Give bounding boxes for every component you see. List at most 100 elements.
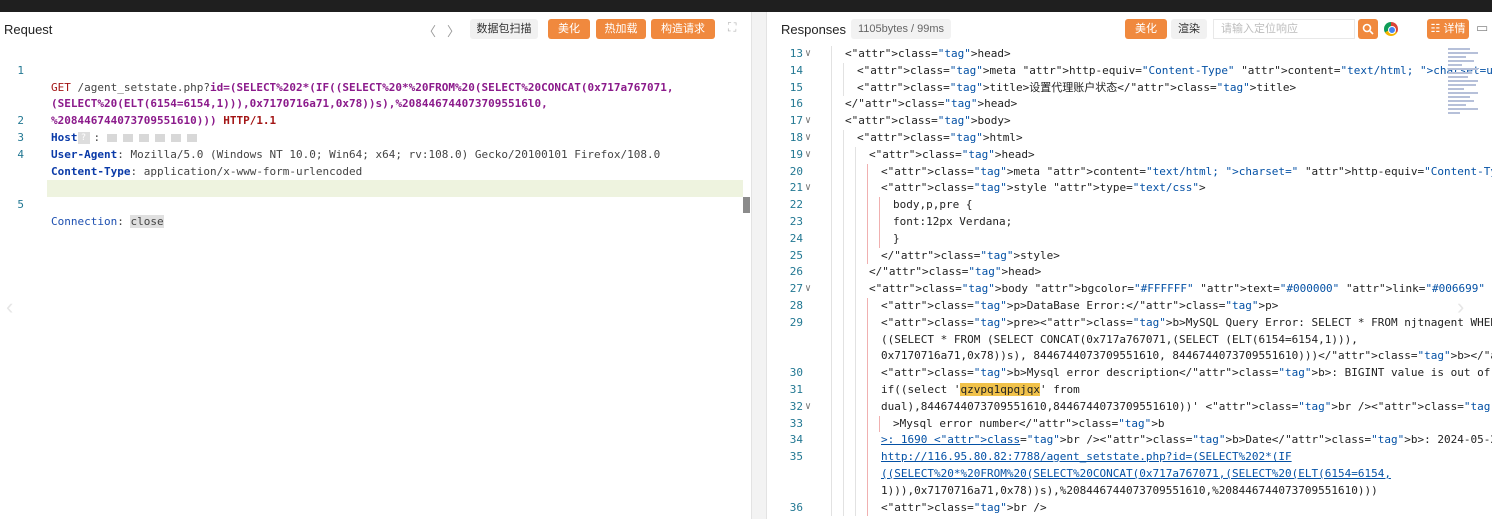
code-line: 1 GET /agent_setstate.php?id=(SELECT%202… xyxy=(17,63,674,94)
fold-chevron-icon[interactable]: ∨ xyxy=(805,130,811,147)
code-text: 0x7170716a71,0x78))s), 84467440737095516… xyxy=(881,349,1492,363)
code-line: 21 ∨ <"attr">class="tag">style "attr">type… xyxy=(767,180,1492,198)
request-header: Request 〈 〉 数据包扫描 美化 热加载 构造请求 ⛶ xyxy=(0,12,751,46)
forward-icon[interactable]: 〉 xyxy=(447,21,460,40)
indent-guide xyxy=(855,499,856,517)
indent-guide xyxy=(831,230,832,248)
comment-icon[interactable]: ▭ xyxy=(1476,20,1488,36)
fold-chevron-icon[interactable]: ∨ xyxy=(805,180,811,197)
indent-guide xyxy=(843,79,844,97)
indent-guide xyxy=(843,465,844,483)
code-text: <"attr">class="tag">title>设置代理账户状态</"att… xyxy=(857,80,1297,94)
beautify-request-button[interactable]: 美化 xyxy=(548,19,590,39)
indent-guide xyxy=(843,499,844,517)
code-line: 1))),0x7170716a71,0x78))s),%208446744073… xyxy=(767,482,1492,500)
code-text: <"attr">class="tag">p>DataBase Error:</"… xyxy=(881,298,1279,312)
indent-guide xyxy=(843,146,844,164)
fold-chevron-icon[interactable]: ∨ xyxy=(805,399,811,416)
beautify-response-button[interactable]: 美化 xyxy=(1125,19,1167,39)
locate-response-input[interactable] xyxy=(1213,19,1355,39)
indent-guide xyxy=(855,432,856,450)
indent-guide xyxy=(831,163,832,181)
indent-guide xyxy=(843,348,844,366)
response-title: Responses xyxy=(781,21,847,37)
fold-chevron-icon[interactable]: ∨ xyxy=(805,113,811,130)
code-line: 16 </"attr">class="tag">head> xyxy=(767,96,1492,114)
indent-guide xyxy=(855,415,856,433)
indent-guide xyxy=(843,247,844,265)
code-line: 18 ∨ <"attr">class="tag">html> xyxy=(767,129,1492,147)
fold-chevron-icon[interactable]: ∨ xyxy=(805,281,811,298)
indent-guide xyxy=(867,331,868,349)
code-line: 29 <"attr">class="tag">pre><"attr">class=… xyxy=(767,314,1492,332)
indent-guide xyxy=(867,180,868,198)
code-line: 3 User-Agent: Mozilla/5.0 (Windows NT 10… xyxy=(17,130,661,161)
code-line: 0x7170716a71,0x78))s), 84467440737095516… xyxy=(767,348,1492,366)
code-text: <"attr">class="tag">body> xyxy=(845,114,1011,128)
indent-guide xyxy=(831,314,832,332)
search-button[interactable] xyxy=(1358,19,1378,39)
back-icon[interactable]: 〈 xyxy=(423,21,436,40)
indent-guide xyxy=(855,482,856,500)
minimap[interactable] xyxy=(1448,46,1482,116)
indent-guide xyxy=(831,365,832,382)
indent-guide xyxy=(855,314,856,332)
indent-guide xyxy=(843,230,844,248)
code-text: if((select 'qzvpq1qpqjqx' from xyxy=(881,382,1080,396)
code-text: <"attr">class="tag">meta "attr">http-equ… xyxy=(857,63,1492,77)
indent-guide xyxy=(867,499,868,517)
indent-guide xyxy=(855,230,856,248)
prev-arrow-icon[interactable]: ‹ xyxy=(6,294,13,320)
browser-icon[interactable] xyxy=(1384,22,1398,36)
code-line: 20 <"attr">class="tag">meta "attr">conten… xyxy=(767,163,1492,181)
indent-guide xyxy=(855,197,856,214)
code-text: dual),8446744073709551610,84467440737095… xyxy=(881,399,1492,413)
code-line: 17 ∨ <"attr">class="tag">body> xyxy=(767,113,1492,130)
active-line-highlight xyxy=(47,180,743,198)
expand-icon[interactable]: ⛶ xyxy=(728,20,736,35)
code-text: } xyxy=(893,231,900,245)
indent-guide xyxy=(843,62,844,80)
code-line: 14 <"attr">class="tag">meta "attr">http-e… xyxy=(767,62,1492,80)
code-text: body,p,pre { xyxy=(893,198,973,212)
next-arrow-icon[interactable]: › xyxy=(1457,294,1464,320)
construct-request-button[interactable]: 构造请求 xyxy=(651,19,715,39)
indent-guide xyxy=(867,348,868,366)
pane-splitter[interactable] xyxy=(752,12,766,519)
indent-guide xyxy=(831,247,832,265)
fold-chevron-icon[interactable]: ∨ xyxy=(805,147,811,164)
indent-guide xyxy=(867,230,868,248)
top-dark-strip xyxy=(0,0,1492,12)
indent-guide xyxy=(867,297,868,315)
code-line: 34 >: 1690 <"attr">class="tag">br /><"att… xyxy=(767,432,1492,450)
fold-chevron-icon[interactable]: ∨ xyxy=(805,46,811,63)
indent-guide xyxy=(843,281,844,298)
indent-guide xyxy=(843,381,844,399)
indent-guide xyxy=(843,432,844,450)
indent-guide xyxy=(867,449,868,466)
code-text: ((SELECT%20*%20FROM%20(SELECT%20CONCAT(0… xyxy=(881,466,1391,480)
packet-scan-button[interactable]: 数据包扫描 xyxy=(470,19,538,39)
indent-guide xyxy=(879,230,880,248)
indent-guide xyxy=(867,197,868,214)
code-text: >: 1690 <"attr">class="tag">br /><"attr"… xyxy=(881,433,1492,447)
indent-guide xyxy=(831,113,832,130)
code-text: <"attr">class="tag">head> xyxy=(845,47,1011,60)
indent-guide xyxy=(879,213,880,231)
render-button[interactable]: 渲染 xyxy=(1171,19,1207,39)
indent-guide xyxy=(867,432,868,450)
request-editor[interactable]: 1 GET /agent_setstate.php?id=(SELECT%202… xyxy=(0,46,751,228)
indent-guide xyxy=(831,146,832,164)
code-line: 22 body,p,pre { xyxy=(767,197,1492,214)
response-stats: 1105bytes / 99ms xyxy=(851,19,952,39)
indent-guide xyxy=(831,348,832,366)
code-line: 33 >Mysql error number</"attr">class="tag… xyxy=(767,415,1492,433)
details-button[interactable]: ☷ 详情 xyxy=(1427,19,1469,39)
hot-load-button[interactable]: 热加载 xyxy=(596,19,646,39)
indent-guide xyxy=(831,449,832,466)
response-editor[interactable]: 13 ∨ <"attr">class="tag">head> 14 <"attr">cl… xyxy=(767,46,1492,517)
code-text: font:12px Verdana; xyxy=(893,214,1013,228)
indent-guide xyxy=(831,297,832,315)
code-line: 28 <"attr">class="tag">p>DataBase Error:<… xyxy=(767,297,1492,315)
code-line: 24} xyxy=(767,230,1492,248)
